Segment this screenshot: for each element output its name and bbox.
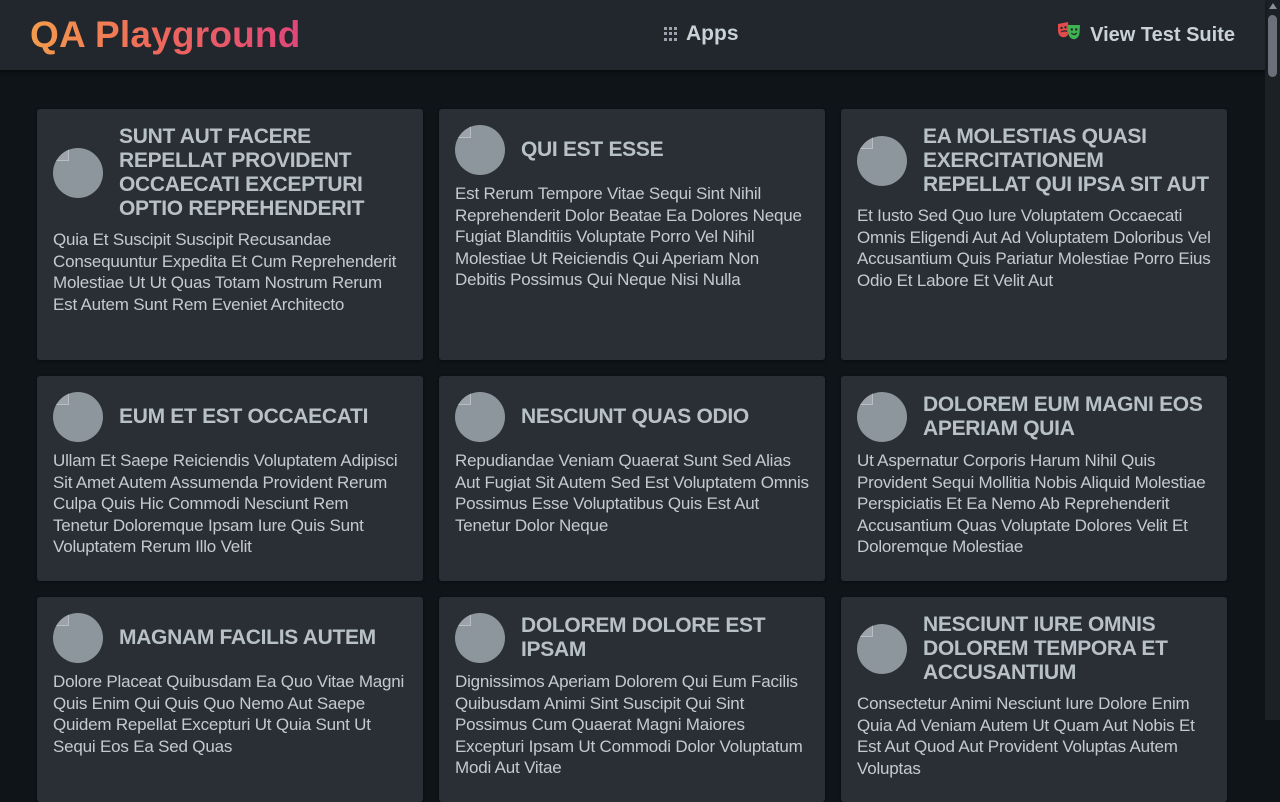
site-logo[interactable]: QA Playground (30, 14, 301, 56)
avatar (53, 613, 103, 663)
post-card-header: dolorem dolore est ipsam (455, 613, 809, 663)
post-body: est rerum tempore vitae sequi sint nihil… (455, 184, 802, 289)
post-card-header: qui est esse (455, 125, 809, 175)
post-body: consectetur animi nesciunt iure dolore e… (857, 694, 1195, 778)
broken-image-icon (457, 125, 471, 138)
scroll-thumb[interactable] (1268, 15, 1277, 77)
post-title: sunt aut facere repellat provident occae… (119, 125, 365, 220)
avatar (455, 392, 505, 442)
post-card-header: ea molestias quasi exercitationem repell… (857, 125, 1211, 197)
post-body: dignissimos aperiam dolorem qui eum faci… (455, 672, 803, 777)
avatar (455, 613, 505, 663)
post-card[interactable]: magnam facilis autem dolore placeat quib… (37, 597, 423, 802)
post-title: eum et est occaecati (119, 405, 369, 428)
avatar (857, 624, 907, 674)
post-title: nesciunt iure omnis dolorem tempora et a… (923, 613, 1168, 684)
theater-masks-icon (1056, 21, 1082, 49)
broken-image-icon (859, 624, 873, 637)
avatar (455, 125, 505, 175)
grid-icon (664, 27, 678, 41)
broken-image-icon (55, 392, 69, 405)
post-title: dolorem dolore est ipsam (521, 614, 766, 661)
view-test-suite-link[interactable]: View Test Suite (1056, 21, 1235, 49)
avatar (53, 392, 103, 442)
post-card[interactable]: dolorem dolore est ipsam dignissimos ape… (439, 597, 825, 802)
post-body: ut aspernatur corporis harum nihil quis … (857, 451, 1206, 556)
broken-image-icon (859, 136, 873, 149)
post-card-header: nesciunt iure omnis dolorem tempora et a… (857, 613, 1211, 685)
posts-grid: sunt aut facere repellat provident occae… (37, 109, 1227, 802)
avatar (857, 392, 907, 442)
post-card[interactable]: eum et est occaecati ullam et saepe reic… (37, 376, 423, 581)
post-title: nesciunt quas odio (521, 405, 749, 428)
broken-image-icon (55, 148, 69, 161)
post-title: qui est esse (521, 138, 664, 161)
post-card-header: eum et est occaecati (53, 392, 407, 442)
post-title: ea molestias quasi exercitationem repell… (923, 125, 1209, 196)
post-body: ullam et saepe reiciendis voluptatem adi… (53, 451, 398, 556)
view-test-suite-label: View Test Suite (1090, 23, 1235, 46)
post-title: dolorem eum magni eos aperiam quia (923, 393, 1203, 440)
top-header: QA Playground Apps View Test Suite (0, 0, 1265, 70)
post-card[interactable]: nesciunt iure omnis dolorem tempora et a… (841, 597, 1227, 802)
broken-image-icon (457, 613, 471, 626)
post-card-header: magnam facilis autem (53, 613, 407, 663)
avatar (53, 148, 103, 198)
post-card[interactable]: sunt aut facere repellat provident occae… (37, 109, 423, 360)
broken-image-icon (457, 392, 471, 405)
post-card[interactable]: qui est esse est rerum tempore vitae seq… (439, 109, 825, 360)
avatar (857, 136, 907, 186)
post-card[interactable]: ea molestias quasi exercitationem repell… (841, 109, 1227, 360)
post-title: magnam facilis autem (119, 626, 376, 649)
apps-label: Apps (686, 22, 739, 45)
post-body: et iusto sed quo iure voluptatem occaeca… (857, 206, 1211, 290)
post-body: repudiandae veniam quaerat sunt sed alia… (455, 451, 809, 535)
post-card-header: nesciunt quas odio (455, 392, 809, 442)
post-body: dolore placeat quibusdam ea quo vitae ma… (53, 672, 405, 756)
scroll-up-arrow-icon[interactable] (1269, 3, 1277, 9)
vertical-scrollbar[interactable] (1265, 0, 1280, 720)
post-card[interactable]: dolorem eum magni eos aperiam quia ut as… (841, 376, 1227, 581)
post-card-header: dolorem eum magni eos aperiam quia (857, 392, 1211, 442)
broken-image-icon (55, 613, 69, 626)
post-card-header: sunt aut facere repellat provident occae… (53, 125, 407, 221)
post-card[interactable]: nesciunt quas odio repudiandae veniam qu… (439, 376, 825, 581)
broken-image-icon (859, 392, 873, 405)
post-body: quia et suscipit suscipit recusandae con… (53, 230, 397, 314)
apps-link[interactable]: Apps (664, 22, 739, 46)
